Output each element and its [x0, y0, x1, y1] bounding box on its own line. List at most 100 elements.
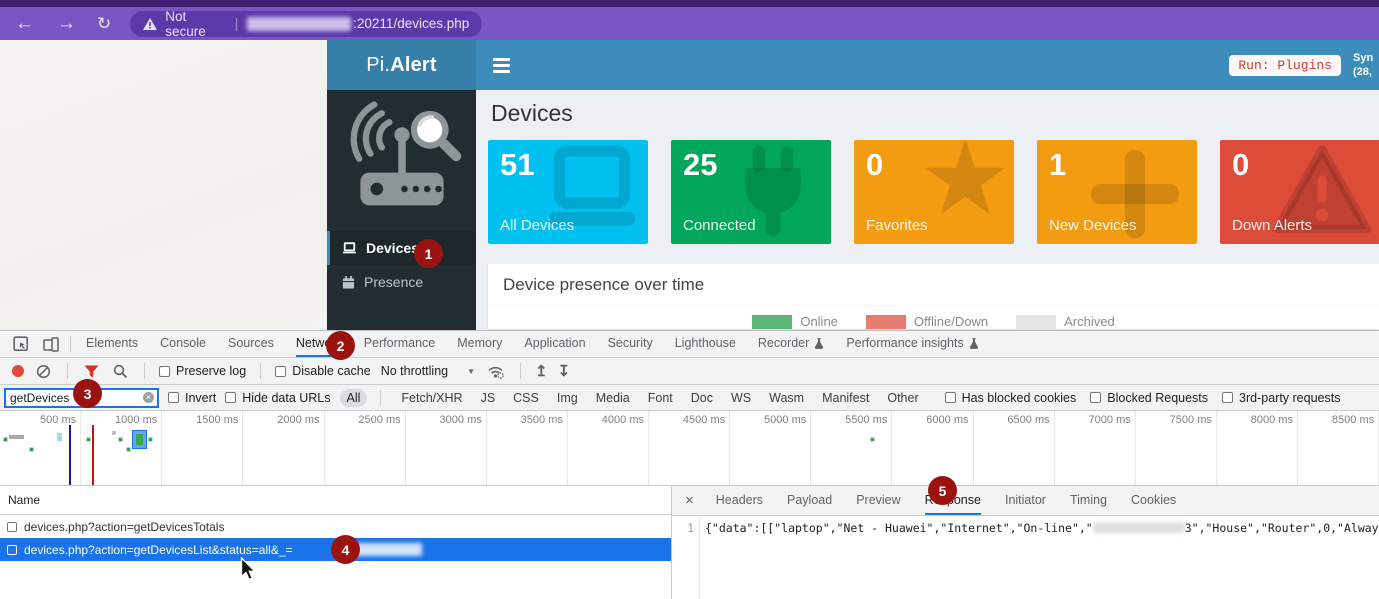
details-tab[interactable]: Cookies: [1131, 486, 1176, 515]
stat-cards: 51 All Devices 25 Connected 0 ★ F: [488, 140, 1379, 244]
filter-icon[interactable]: [82, 365, 101, 378]
waterfall-mark: [118, 437, 123, 442]
card-favorites[interactable]: 0 ★ Favorites: [854, 140, 1014, 244]
filter-chip[interactable]: Img: [550, 389, 585, 407]
filter-chip[interactable]: Fetch/XHR: [394, 389, 469, 407]
filter-chip[interactable]: WS: [724, 389, 758, 407]
network-overview[interactable]: 500 ms1000 ms1500 ms2000 ms2500 ms3000 m…: [0, 411, 1379, 486]
filter-chip[interactable]: JS: [474, 389, 503, 407]
waterfall-mark: [3, 437, 8, 442]
card-value: 51: [500, 148, 636, 182]
card-connected[interactable]: 25 Connected: [671, 140, 831, 244]
annotation-step-5: 5: [928, 476, 957, 505]
filter-chip[interactable]: Wasm: [762, 389, 811, 407]
devtools-tab[interactable]: Memory: [457, 331, 502, 357]
security-label: Not secure: [165, 9, 226, 39]
logo-prefix: Pi.: [366, 54, 390, 77]
import-har-icon[interactable]: ↥: [535, 362, 548, 380]
hamburger-menu-icon[interactable]: [493, 58, 510, 73]
devtools-tab[interactable]: Security: [608, 331, 653, 357]
device-toolbar-icon[interactable]: [36, 331, 66, 357]
close-icon[interactable]: ×: [672, 486, 704, 515]
preserve-log-checkbox[interactable]: Preserve log: [159, 364, 246, 378]
search-icon[interactable]: [111, 364, 130, 379]
clear-filter-icon[interactable]: ×: [143, 392, 154, 403]
sidebar-item-presence[interactable]: Presence: [327, 265, 476, 299]
waterfall-mark: [69, 425, 71, 485]
record-icon[interactable]: [12, 365, 24, 377]
app-logo[interactable]: Pi.Alert: [327, 40, 476, 90]
annotation-step-4: 4: [331, 535, 360, 564]
throttling-dropdown[interactable]: No throttling ▼: [381, 364, 475, 378]
response-body: 1 {"data":[["laptop","Net - Huawei","Int…: [672, 516, 1379, 599]
presence-panel-title: Device presence over time: [488, 264, 1379, 306]
hide-data-urls-checkbox[interactable]: Hide data URLs: [225, 391, 330, 405]
details-tab[interactable]: Timing: [1070, 486, 1107, 515]
checkbox[interactable]: [159, 366, 170, 377]
devtools-tab[interactable]: Sources: [228, 331, 274, 357]
invert-checkbox[interactable]: Invert: [168, 391, 216, 405]
filter-chip[interactable]: Media: [589, 389, 637, 407]
magnifier-icon: [410, 111, 455, 156]
details-tab[interactable]: Initiator: [1005, 486, 1046, 515]
card-all-devices[interactable]: 51 All Devices: [488, 140, 648, 244]
presence-panel: Device presence over time Online Offline…: [488, 264, 1379, 329]
filter-checkbox[interactable]: 3rd-party requests: [1222, 391, 1340, 405]
details-tab[interactable]: Headers: [716, 486, 763, 515]
run-plugins-button[interactable]: Run: Plugins: [1229, 55, 1341, 76]
devtools-tab[interactable]: Performance insights: [846, 331, 978, 357]
disable-cache-checkbox[interactable]: Disable cache: [275, 364, 371, 378]
waterfall-mark: [870, 437, 875, 442]
network-conditions-icon[interactable]: [485, 364, 506, 379]
screen: ← → ↻ Not secure | :20211/devices.php Pi…: [0, 0, 1379, 599]
request-details-pane: × HeadersPayloadPreviewResponseInitiator…: [672, 486, 1379, 599]
card-new-devices[interactable]: 1 New Devices: [1037, 140, 1197, 244]
legend-offline: Offline/Down: [866, 314, 988, 329]
waterfall-mark: [112, 431, 116, 435]
waterfall-mark: [57, 433, 62, 441]
devtools-tab[interactable]: Elements: [86, 331, 138, 357]
sidebar-presence-label: Presence: [364, 274, 423, 290]
card-value: 25: [683, 148, 819, 182]
offline-swatch: [866, 315, 906, 329]
filter-chip[interactable]: Font: [641, 389, 680, 407]
clear-icon[interactable]: [34, 364, 53, 379]
forward-icon[interactable]: →: [57, 14, 76, 33]
filter-chip[interactable]: Manifest: [815, 389, 876, 407]
filter-chip[interactable]: Doc: [684, 389, 720, 407]
filter-input[interactable]: [6, 391, 134, 405]
details-tab[interactable]: Payload: [787, 486, 832, 515]
filter-checkbox[interactable]: Has blocked cookies: [945, 391, 1077, 405]
devtools-tab[interactable]: Lighthouse: [675, 331, 736, 357]
card-down-alerts[interactable]: 0 Down Alerts: [1220, 140, 1379, 244]
waterfall-mark: [9, 435, 24, 439]
filter-chip-all[interactable]: All: [340, 389, 368, 407]
address-bar[interactable]: Not secure | :20211/devices.php: [130, 11, 482, 37]
card-value: 1: [1049, 148, 1185, 182]
checkbox[interactable]: [7, 522, 17, 532]
request-list-header[interactable]: Name: [0, 486, 671, 515]
checkbox[interactable]: [7, 545, 17, 555]
devtools-tab[interactable]: Recorder: [758, 331, 824, 357]
devtools-tab[interactable]: Performance: [364, 331, 436, 357]
checkbox[interactable]: [275, 366, 286, 377]
annotation-step-1: 1: [414, 239, 443, 268]
reload-icon[interactable]: ↻: [97, 15, 111, 32]
calendar-icon: [342, 276, 355, 289]
inspect-element-icon[interactable]: [6, 331, 36, 357]
devtools-tab[interactable]: Application: [524, 331, 585, 357]
filter-checkbox[interactable]: Blocked Requests: [1090, 391, 1208, 405]
filter-chip[interactable]: CSS: [506, 389, 546, 407]
waterfall-mark: [133, 431, 146, 448]
sidebar-item-devices[interactable]: Devices: [327, 231, 476, 265]
card-label: Favorites: [866, 217, 928, 234]
network-toolbar: Preserve log Disable cache No throttling…: [0, 358, 1379, 385]
response-json[interactable]: {"data":[["laptop","Net - Huawei","Inter…: [700, 516, 1379, 599]
export-har-icon[interactable]: ↧: [558, 362, 571, 380]
back-icon[interactable]: ←: [15, 14, 34, 33]
devtools-tab[interactable]: Console: [160, 331, 206, 357]
details-tab[interactable]: Preview: [856, 486, 900, 515]
request-row-totals[interactable]: devices.php?action=getDevicesTotals: [0, 515, 671, 538]
url-divider: |: [235, 16, 239, 31]
filter-chip[interactable]: Other: [880, 389, 925, 407]
